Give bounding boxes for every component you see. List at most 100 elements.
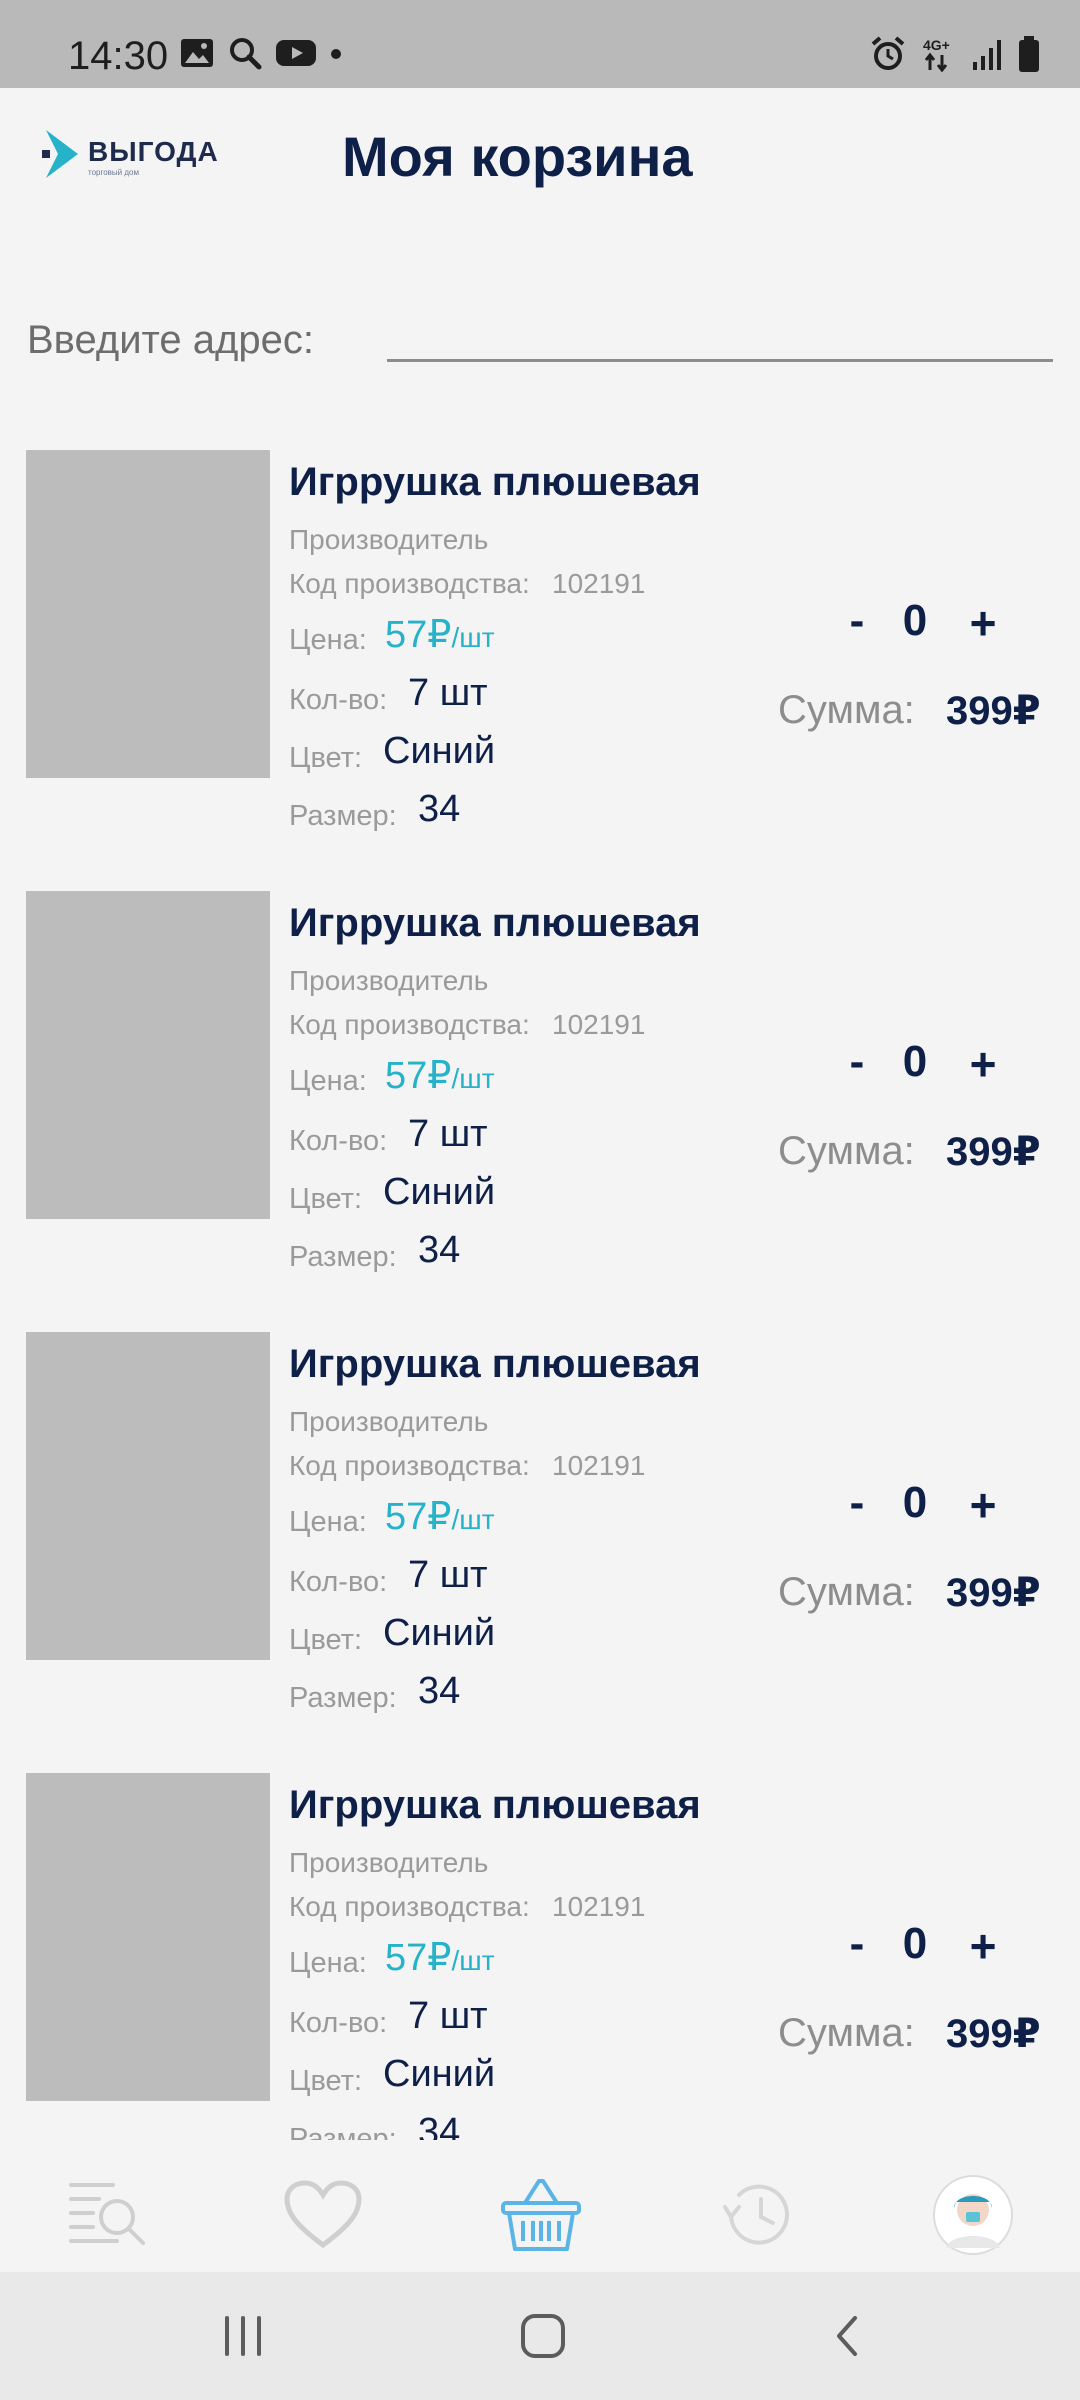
sum-label: Сумма: [778, 1570, 915, 1614]
price-amount: 57₽ [385, 614, 452, 656]
sum-label: Сумма: [778, 688, 915, 732]
size-value: 34 [418, 1229, 461, 1271]
history-icon [723, 2184, 789, 2245]
back-button[interactable] [812, 2306, 882, 2366]
notification-dot-icon [330, 47, 342, 65]
color-value: Синий [383, 1612, 496, 1654]
price-label: Цена: [289, 1065, 367, 1097]
quantity-value: 7 шт [408, 1995, 488, 2037]
item-count: 0 [902, 1478, 928, 1527]
search-icon [228, 36, 262, 75]
price-unit: /шт [451, 1063, 495, 1094]
increase-button[interactable]: + [958, 1037, 1008, 1093]
color-label: Цвет: [289, 1183, 363, 1215]
network-label: 4G+ [923, 37, 950, 53]
increase-button[interactable]: + [958, 1478, 1008, 1534]
size-label: Размер: [289, 800, 397, 832]
cart-item: Игррушка плюшевая Производитель Код прои… [0, 1332, 1080, 1752]
price-amount: 57₽ [385, 1496, 452, 1538]
quantity-label: Кол-во: [289, 1566, 388, 1598]
nav-history[interactable] [712, 2170, 802, 2260]
cart-item: Игррушка плюшевая Производитель Код прои… [0, 1773, 1080, 2140]
color-value: Синий [383, 1171, 496, 1213]
quantity-label: Кол-во: [289, 2007, 388, 2039]
color-label: Цвет: [289, 742, 363, 774]
size-label: Размер: [289, 1241, 397, 1273]
cart-product-list[interactable]: Игррушка плюшевая Производитель Код прои… [0, 450, 1080, 2140]
increase-button[interactable]: + [958, 596, 1008, 652]
status-bar: 14:30 4G+ [0, 0, 1080, 88]
color-value: Синий [383, 730, 496, 772]
address-input[interactable] [387, 318, 1053, 362]
sum-value: 399₽ [946, 1571, 1041, 1615]
logo: ВЫГОДА торговый дом [40, 126, 230, 186]
address-label: Введите адрес: [27, 318, 314, 362]
product-name[interactable]: Игррушка плюшевая [289, 901, 701, 946]
home-button[interactable] [508, 2306, 578, 2366]
quantity-label: Кол-во: [289, 1125, 388, 1157]
product-manufacturer: Производитель [289, 1847, 489, 1878]
header: ВЫГОДА торговый дом Моя корзина [0, 88, 1080, 228]
product-image[interactable] [26, 891, 270, 1219]
price-value: 57₽/шт [385, 1935, 495, 1980]
product-code-label: Код производства: [289, 568, 530, 599]
price-label: Цена: [289, 1506, 367, 1538]
item-count: 0 [902, 1037, 928, 1086]
price-unit: /шт [451, 1945, 495, 1976]
product-image[interactable] [26, 1332, 270, 1660]
gallery-icon [180, 38, 214, 73]
basket-icon [501, 2179, 581, 2251]
size-value: 34 [418, 788, 461, 830]
price-amount: 57₽ [385, 1937, 452, 1979]
price-unit: /шт [451, 1504, 495, 1535]
product-name[interactable]: Игррушка плюшевая [289, 1783, 701, 1828]
battery-icon [1018, 36, 1040, 77]
cart-item: Игррушка плюшевая Производитель Код прои… [0, 450, 1080, 870]
decrease-button[interactable]: - [832, 1478, 882, 1534]
increase-button[interactable]: + [958, 1919, 1008, 1975]
size-value: 34 [418, 1670, 461, 1712]
size-label: Размер: [289, 2123, 397, 2140]
nav-favorites[interactable] [278, 2170, 368, 2260]
product-code: 102191 [552, 568, 646, 599]
product-name[interactable]: Игррушка плюшевая [289, 460, 701, 505]
page-title: Моя корзина [342, 125, 693, 188]
system-navigation-bar [0, 2272, 1080, 2400]
nav-profile[interactable] [928, 2170, 1018, 2260]
product-image[interactable] [26, 450, 270, 778]
item-count: 0 [902, 596, 928, 645]
product-manufacturer: Производитель [289, 1406, 489, 1437]
network-4g-icon: 4G+ [922, 36, 956, 77]
profile-avatar-icon [933, 2175, 1013, 2255]
recent-apps-button[interactable] [208, 2306, 278, 2366]
size-value: 34 [418, 2111, 461, 2140]
decrease-button[interactable]: - [832, 1037, 882, 1093]
home-icon [521, 2314, 565, 2358]
quantity-value: 7 шт [408, 672, 488, 714]
alarm-icon [870, 36, 906, 77]
nav-catalog-search[interactable] [62, 2170, 152, 2260]
price-label: Цена: [289, 624, 367, 656]
price-value: 57₽/шт [385, 1053, 495, 1098]
nav-cart[interactable] [496, 2170, 586, 2260]
back-icon [837, 2316, 857, 2356]
product-manufacturer: Производитель [289, 524, 489, 555]
youtube-icon [276, 38, 316, 73]
quantity-value: 7 шт [408, 1113, 488, 1155]
size-label: Размер: [289, 1682, 397, 1714]
product-name[interactable]: Игррушка плюшевая [289, 1342, 701, 1387]
product-code-label: Код производства: [289, 1009, 530, 1040]
item-count: 0 [902, 1919, 928, 1968]
product-code: 102191 [552, 1891, 646, 1922]
product-image[interactable] [26, 1773, 270, 2101]
logo-subtext: торговый дом [88, 168, 139, 177]
product-code-label: Код производства: [289, 1891, 530, 1922]
color-value: Синий [383, 2053, 496, 2095]
decrease-button[interactable]: - [832, 596, 882, 652]
sum-value: 399₽ [946, 2012, 1041, 2056]
price-value: 57₽/шт [385, 612, 495, 657]
address-row: Введите адрес: [27, 318, 1053, 368]
decrease-button[interactable]: - [832, 1919, 882, 1975]
price-value: 57₽/шт [385, 1494, 495, 1539]
product-code-label: Код производства: [289, 1450, 530, 1481]
